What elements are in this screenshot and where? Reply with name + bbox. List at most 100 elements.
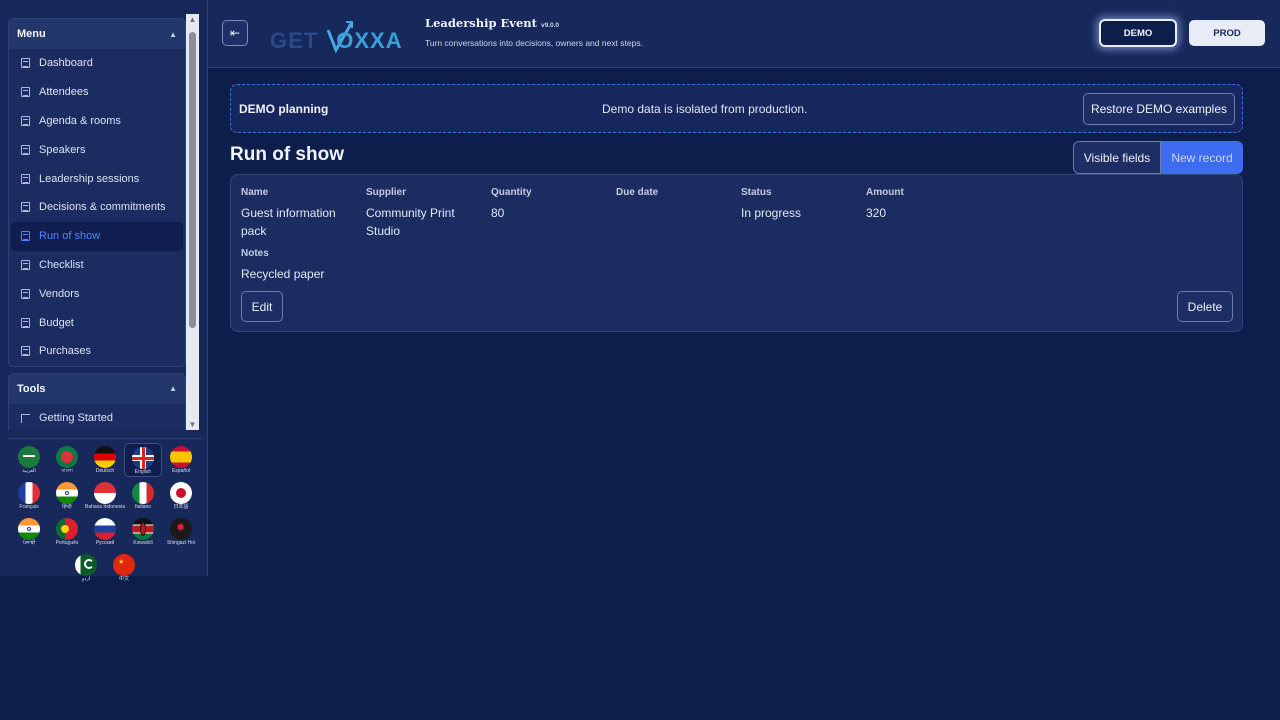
language-label: Español — [171, 468, 191, 474]
sidebar-scrollbar[interactable]: ▲ ▼ — [186, 14, 199, 430]
language-option[interactable]: Français — [10, 479, 48, 513]
flag-spain-icon — [170, 446, 192, 468]
sidebar-item-label: Agenda & rooms — [39, 114, 121, 127]
sidebar-item-attendees[interactable]: Attendees — [11, 78, 183, 107]
banner-title: DEMO planning — [239, 102, 329, 116]
language-option[interactable]: हिन्दी — [48, 479, 86, 513]
language-option[interactable]: ✹ Shingazi Hoi — [162, 515, 200, 549]
language-option[interactable]: Español — [162, 443, 200, 477]
menu-section-header[interactable]: Menu ▲ — [9, 19, 185, 49]
language-option[interactable]: العربية — [10, 443, 48, 477]
sidebar-item-label: Speakers — [39, 143, 86, 156]
flag-france-icon — [18, 482, 40, 504]
language-label: Kiswahili — [133, 540, 153, 546]
visible-fields-button[interactable]: Visible fields — [1073, 141, 1161, 174]
sidebar-item-label: Run of show — [39, 230, 101, 243]
list-icon — [21, 288, 30, 299]
logo-wordmark: GET OXXA — [270, 28, 403, 54]
sidebar-item-speakers[interactable]: Speakers — [11, 135, 183, 164]
language-option[interactable]: ★ 中文 — [105, 551, 143, 585]
edit-record-button[interactable]: Edit — [241, 291, 283, 322]
list-icon — [21, 87, 30, 98]
language-label: Shingazi Hoi — [166, 540, 196, 546]
field-quantity: Quantity 80 — [491, 187, 609, 222]
language-option[interactable]: اردو — [67, 551, 105, 585]
tools-section-header[interactable]: Tools ▲ — [9, 373, 185, 404]
language-option[interactable]: Русский — [86, 515, 124, 549]
language-option[interactable]: English — [124, 443, 162, 477]
sidebar-item-label: Getting Started — [39, 412, 113, 425]
sidebar-item-vendors[interactable]: Vendors — [11, 279, 183, 308]
language-option[interactable]: ਪੰਜਾਬੀ — [10, 515, 48, 549]
logo-text-oxxa: OXXA — [336, 28, 403, 53]
tools-section: Tools ▲ Getting Started — [8, 372, 186, 430]
scroll-down-arrow-icon[interactable]: ▼ — [188, 420, 197, 429]
scrollbar-thumb[interactable] — [189, 32, 196, 328]
sidebar-item-label: Attendees — [39, 86, 89, 99]
sidebar-item-label: Decisions & commitments — [39, 201, 166, 214]
sidebar-item-label: Leadership sessions — [39, 172, 140, 185]
sidebar-item-purchases[interactable]: Purchases — [11, 337, 183, 366]
app-title: Leadership Event v9.0.0 — [425, 16, 559, 30]
banner-message: Demo data is isolated from production. — [602, 102, 808, 116]
field-value: In progress — [741, 206, 802, 220]
list-icon — [21, 231, 30, 242]
sidebar-item-checklist[interactable]: Checklist — [11, 251, 183, 280]
field-status: Status In progress — [741, 187, 859, 222]
sidebar-item-label: Purchases — [39, 345, 91, 358]
restore-demo-examples-button[interactable]: Restore DEMO examples — [1083, 93, 1235, 125]
language-selector: العربية বাংলা Deutsch English Español Françai… — [8, 438, 202, 587]
language-option[interactable]: বাংলা — [48, 443, 86, 477]
collapse-sidebar-button[interactable]: ⇤ — [222, 20, 248, 46]
language-option[interactable]: Deutsch — [86, 443, 124, 477]
sidebar-item-leadership-sessions[interactable]: Leadership sessions — [11, 164, 183, 193]
new-record-button[interactable]: New record — [1161, 141, 1243, 174]
sidebar-item-agenda-rooms[interactable]: Agenda & rooms — [11, 107, 183, 136]
sidebar-item-run-of-show[interactable]: Run of show — [11, 221, 183, 251]
sidebar-item-getting-started[interactable]: Getting Started — [11, 404, 183, 430]
prod-environment-button[interactable]: PROD — [1189, 20, 1265, 46]
language-option[interactable]: Português — [48, 515, 86, 549]
list-icon — [21, 317, 30, 328]
flag-pakistan-icon — [75, 554, 97, 576]
language-option[interactable]: 日本語 — [162, 479, 200, 513]
language-option[interactable]: Italiano — [124, 479, 162, 513]
language-label: Français — [19, 504, 39, 510]
field-value: Recycled paper — [241, 267, 325, 281]
demo-environment-button[interactable]: DEMO — [1099, 19, 1177, 47]
sidebar-item-dashboard[interactable]: Dashboard — [11, 49, 183, 78]
language-option[interactable]: Kiswahili — [124, 515, 162, 549]
app-tagline: Turn conversations into decisions, owner… — [425, 38, 643, 48]
language-label: Bahasa Indonesia — [84, 504, 126, 510]
field-label: Status — [741, 187, 772, 198]
sidebar-item-decisions-commitments[interactable]: Decisions & commitments — [11, 193, 183, 222]
field-label: Due date — [616, 187, 659, 198]
language-option[interactable]: Bahasa Indonesia — [84, 479, 126, 513]
scroll-up-arrow-icon[interactable]: ▲ — [188, 15, 197, 24]
language-label: Português — [55, 540, 79, 546]
language-label: 中文 — [118, 576, 129, 582]
field-label: Quantity — [491, 187, 532, 198]
sidebar-item-label: Checklist — [39, 258, 84, 271]
field-supplier: Supplier Community Print Studio — [366, 187, 484, 240]
logo: GET OXXA — [270, 16, 412, 54]
language-row: العربية বাংলা Deutsch English Español — [8, 443, 202, 477]
field-label: Amount — [866, 187, 904, 198]
field-label: Notes — [241, 248, 269, 259]
app-title-text: Leadership Event — [425, 16, 537, 30]
delete-record-button[interactable]: Delete — [1177, 291, 1233, 322]
field-amount: Amount 320 — [866, 187, 984, 222]
field-label: Supplier — [366, 187, 407, 198]
sidebar-item-budget[interactable]: Budget — [11, 308, 183, 337]
list-icon — [21, 173, 30, 184]
list-icon — [21, 115, 30, 126]
menu-items: Dashboard Attendees Agenda & rooms Speakers… — [9, 49, 185, 366]
language-row: اردو ★ 中文 — [8, 551, 202, 585]
sidebar-item-label: Budget — [39, 316, 74, 329]
field-due-date: Due date — [616, 187, 734, 204]
collapse-sidebar-icon: ⇤ — [229, 26, 241, 40]
record-card: Name Guest information pack Supplier Com… — [230, 174, 1243, 332]
flag-japan-icon — [170, 482, 192, 504]
tools-section-title: Tools — [17, 382, 46, 395]
language-row: ਪੰਜਾਬੀ Português Русский Kiswahili ✹ Shingazi… — [8, 515, 202, 549]
